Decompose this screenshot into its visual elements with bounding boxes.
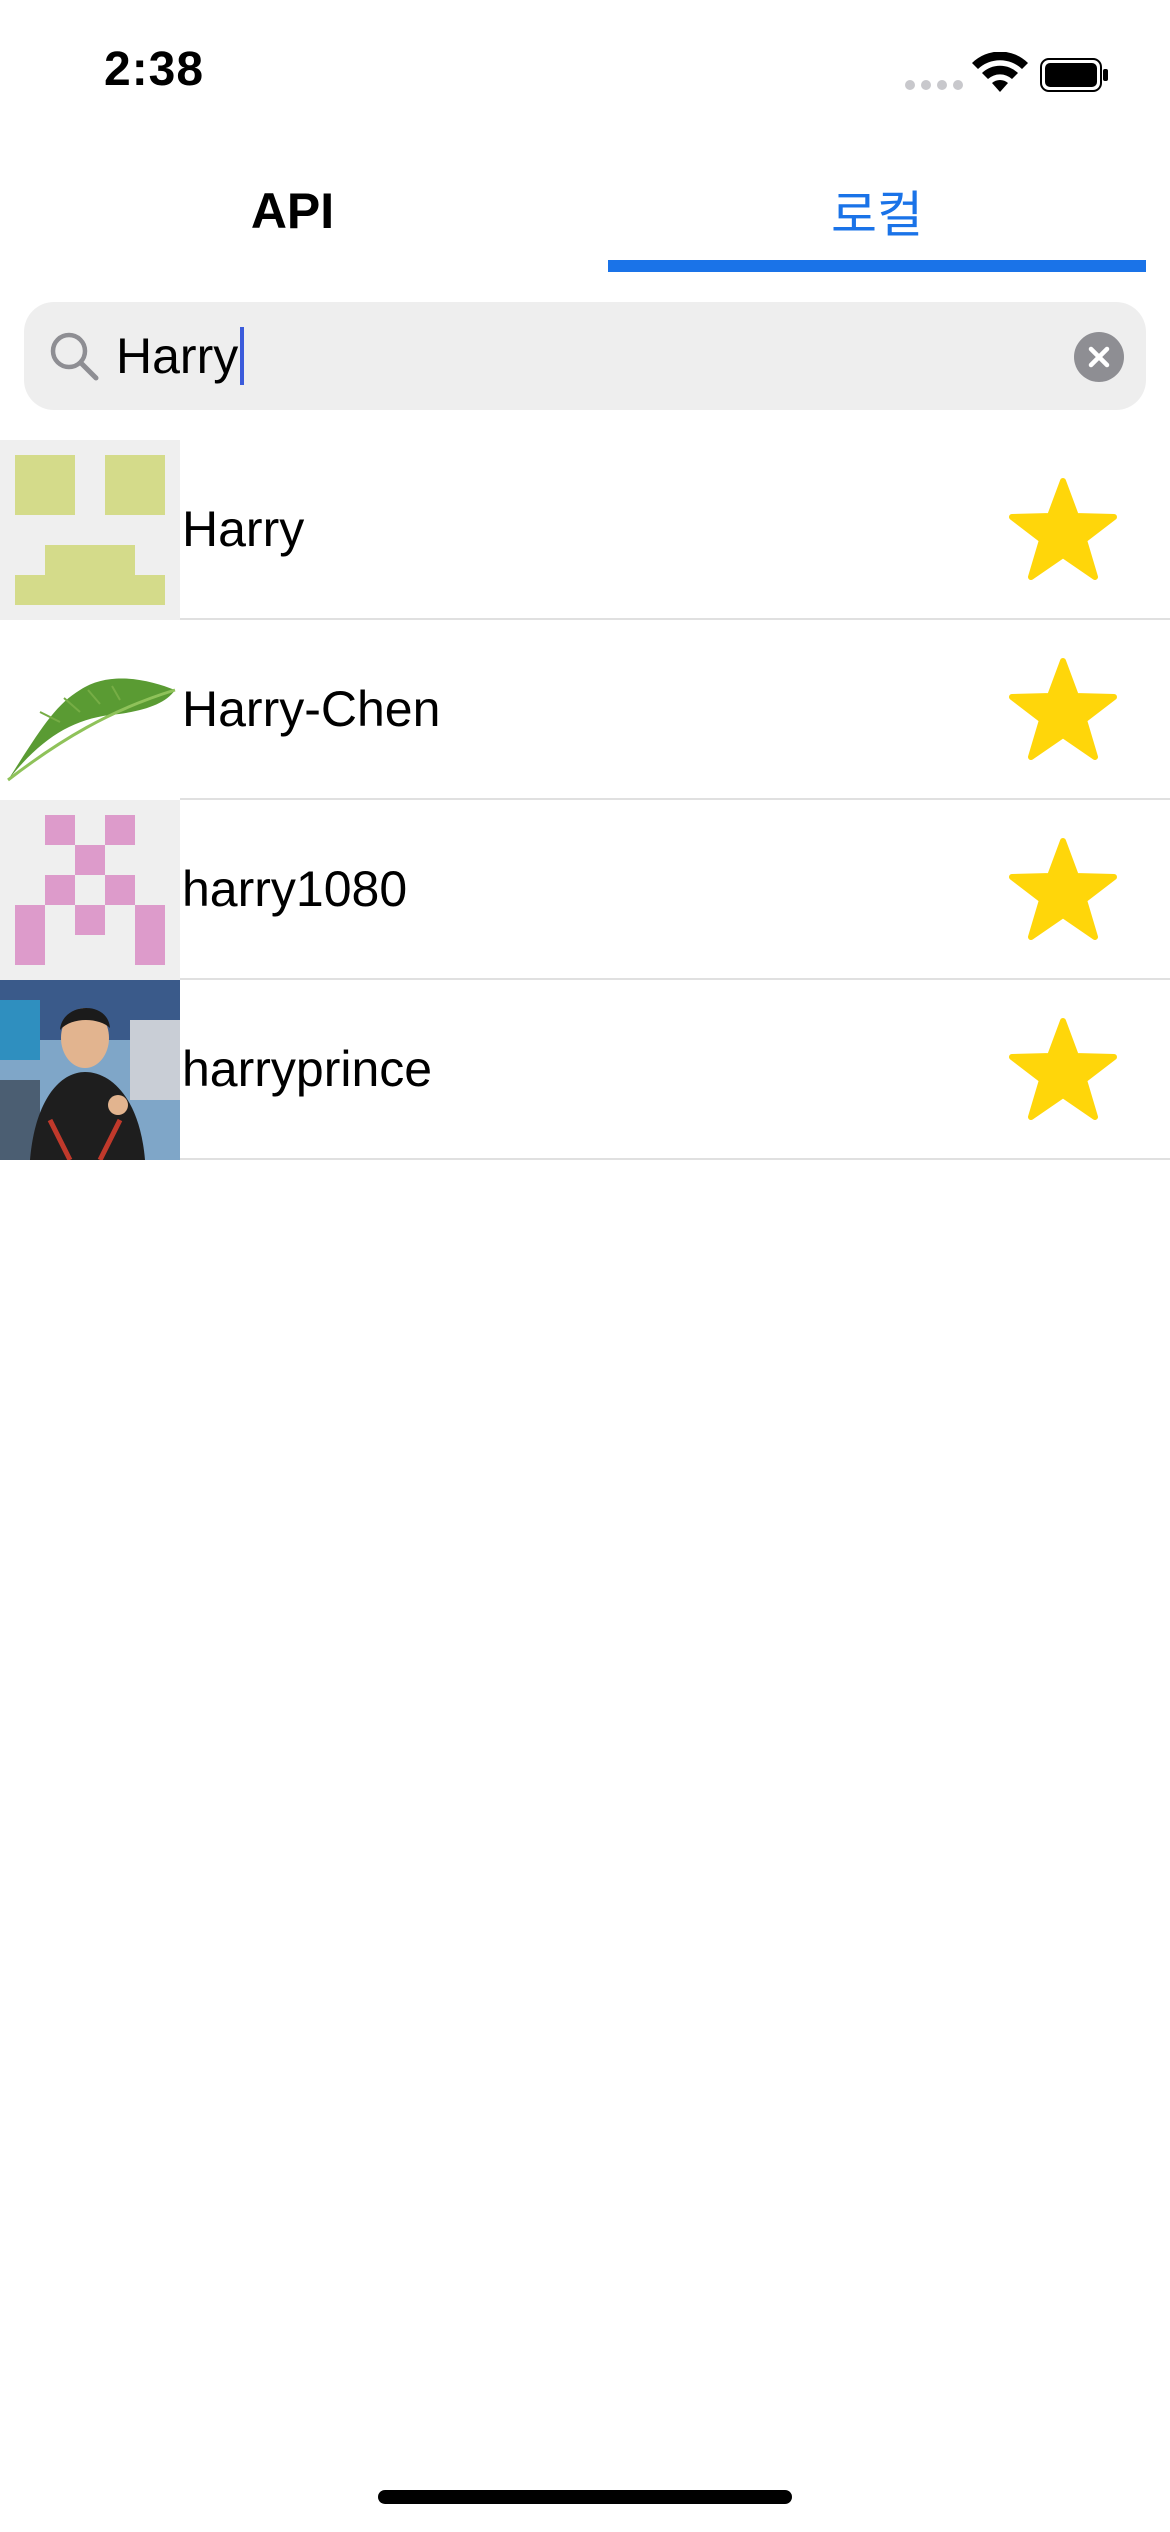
clear-search-button[interactable] bbox=[1074, 332, 1124, 382]
avatar bbox=[0, 800, 180, 980]
search-bar[interactable]: Harry bbox=[24, 302, 1146, 410]
identicon-avatar bbox=[0, 440, 180, 620]
tab-local[interactable]: 로컬 bbox=[608, 150, 1146, 272]
search-input[interactable]: Harry bbox=[116, 302, 245, 410]
tab-api[interactable]: API bbox=[0, 150, 585, 272]
list-item[interactable]: Harry-Chen bbox=[0, 620, 1170, 800]
list-item[interactable]: harryprince bbox=[0, 980, 1170, 1160]
status-bar: 2:38 bbox=[0, 0, 1170, 150]
clear-icon bbox=[1088, 346, 1110, 368]
avatar bbox=[0, 620, 180, 800]
username: Harry bbox=[182, 501, 305, 557]
avatar bbox=[0, 980, 180, 1160]
username: harry1080 bbox=[182, 861, 408, 917]
search-input-value: Harry bbox=[116, 328, 239, 384]
person-photo bbox=[0, 980, 180, 1160]
username: Harry-Chen bbox=[182, 681, 441, 737]
favorite-star-icon[interactable] bbox=[1008, 477, 1118, 583]
favorite-star-icon[interactable] bbox=[1008, 657, 1118, 763]
leaf-icon bbox=[7, 678, 176, 782]
battery-icon bbox=[1040, 58, 1108, 92]
segmented-tabs: API 로컬 bbox=[0, 150, 1170, 272]
status-time: 2:38 bbox=[104, 43, 205, 96]
home-indicator[interactable] bbox=[378, 2490, 792, 2504]
favorite-star-icon[interactable] bbox=[1008, 1017, 1118, 1123]
user-list: Harry Harry-Chen harry1080 harryprince bbox=[0, 440, 1170, 1160]
tab-selected-indicator bbox=[608, 260, 1146, 272]
list-item[interactable]: Harry bbox=[0, 440, 1170, 620]
avatar bbox=[0, 440, 180, 620]
text-caret bbox=[240, 326, 245, 385]
search-icon bbox=[50, 332, 99, 381]
favorite-star-icon[interactable] bbox=[1008, 837, 1118, 943]
cellular-signal-icon bbox=[905, 80, 963, 90]
username: harryprince bbox=[182, 1041, 433, 1097]
wifi-icon bbox=[972, 52, 1028, 92]
identicon-avatar bbox=[0, 800, 180, 980]
list-item[interactable]: harry1080 bbox=[0, 800, 1170, 980]
